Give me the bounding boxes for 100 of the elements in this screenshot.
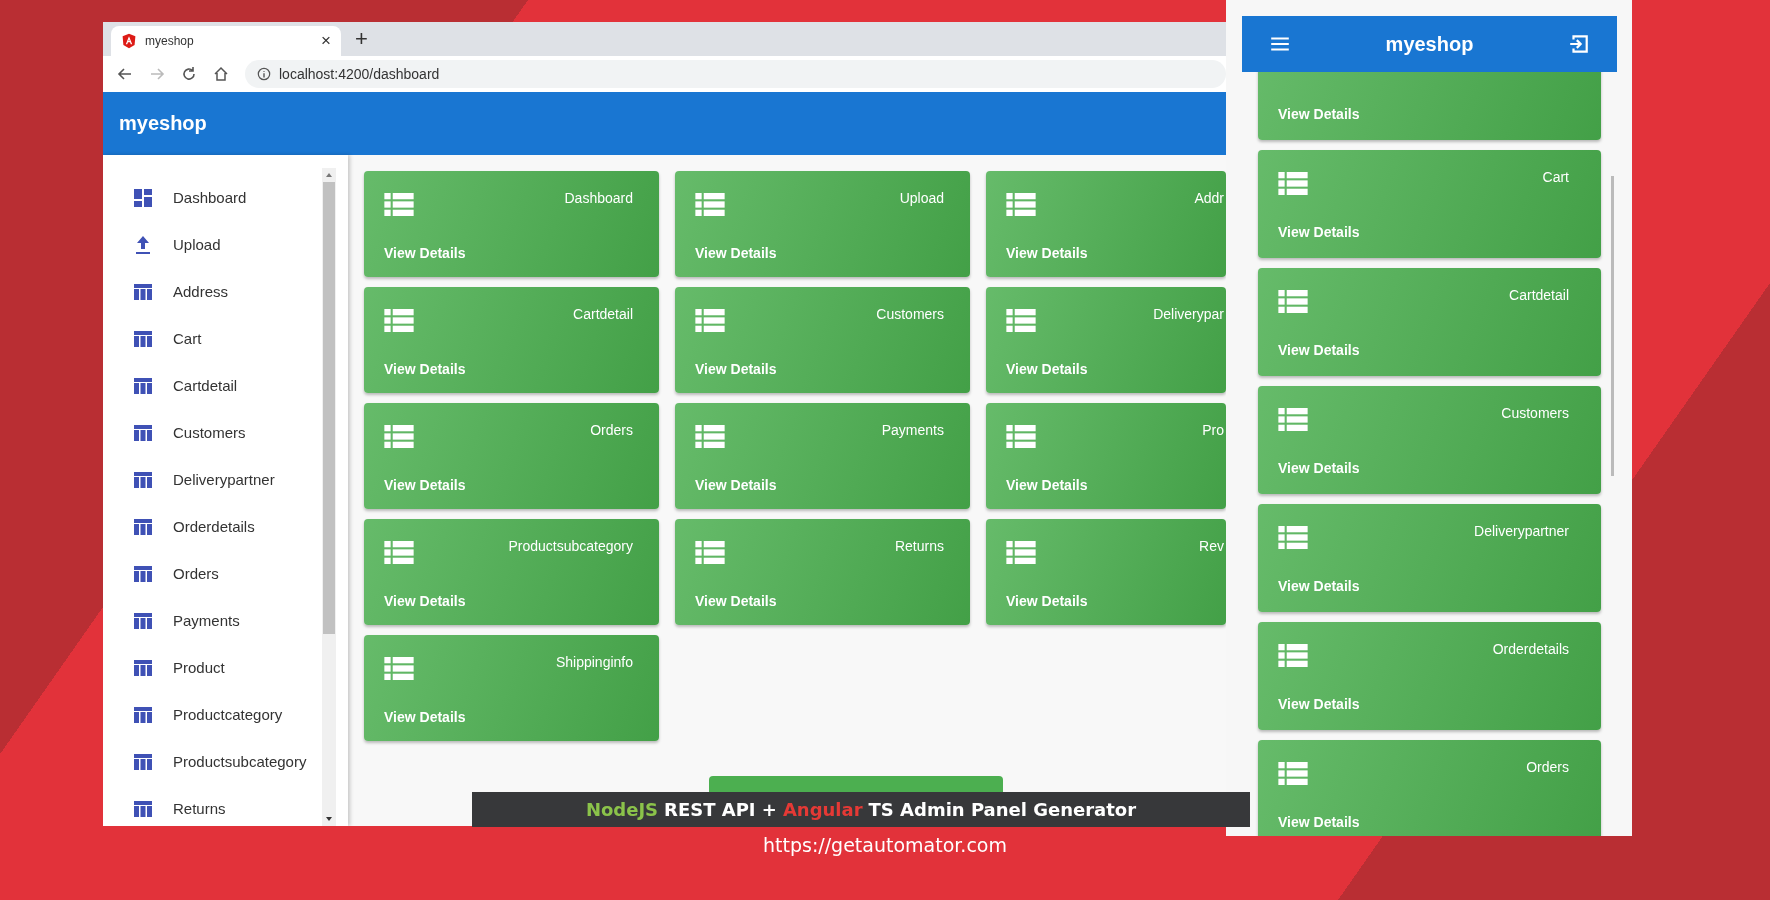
sidebar-item[interactable]: Customers bbox=[103, 409, 322, 456]
sidebar-item[interactable]: Orderdetails bbox=[103, 503, 322, 550]
dashboard-card[interactable]: Customers View Details bbox=[675, 287, 970, 393]
view-details-link[interactable]: View Details bbox=[1278, 224, 1569, 240]
list-icon bbox=[384, 541, 414, 564]
sidebar-item[interactable]: Cartdetail bbox=[103, 362, 322, 409]
sidebar-item[interactable]: Upload bbox=[103, 221, 322, 268]
dashboard-card[interactable]: Cartdetail View Details bbox=[364, 287, 659, 393]
dashboard-card[interactable]: Returns View Details bbox=[675, 519, 970, 625]
list-icon bbox=[1278, 762, 1308, 785]
view-details-link[interactable]: View Details bbox=[384, 709, 633, 725]
sidebar-item[interactable]: Productsubcategory bbox=[103, 738, 322, 785]
card-title: Orderdetails bbox=[1492, 641, 1569, 657]
view-details-link[interactable]: View Details bbox=[1006, 593, 1224, 609]
back-icon[interactable] bbox=[117, 66, 133, 82]
view-details-link[interactable]: View Details bbox=[1278, 460, 1569, 476]
dashboard-icon bbox=[133, 187, 153, 208]
caption-text: Angular bbox=[782, 799, 863, 820]
table-icon bbox=[133, 563, 153, 584]
card-title: Productsubcategory bbox=[508, 538, 633, 554]
view-details-link[interactable]: View Details bbox=[1278, 342, 1569, 358]
view-details-link[interactable]: View Details bbox=[1006, 245, 1224, 261]
dashboard-card[interactable]: Pro View Details bbox=[986, 403, 1226, 509]
dashboard-card[interactable]: Deliverypartner View Details bbox=[1258, 504, 1601, 612]
dashboard-card[interactable]: Orders View Details bbox=[1258, 740, 1601, 836]
sidebar-item[interactable]: Productcategory bbox=[103, 691, 322, 738]
new-tab-button[interactable]: + bbox=[355, 26, 368, 52]
view-details-link[interactable]: View Details bbox=[695, 361, 944, 377]
card-title: Shippinginfo bbox=[555, 654, 633, 670]
view-details-link[interactable]: View Details bbox=[695, 477, 944, 493]
list-icon bbox=[384, 193, 414, 216]
browser-tab[interactable]: myeshop × bbox=[111, 26, 341, 56]
dashboard-card[interactable]: Deliverypar View Details bbox=[986, 287, 1226, 393]
view-details-link[interactable]: View Details bbox=[384, 477, 633, 493]
sidebar-item[interactable]: Payments bbox=[103, 597, 322, 644]
card-title: Cart bbox=[1542, 169, 1569, 185]
home-icon[interactable] bbox=[213, 66, 229, 82]
table-icon bbox=[133, 798, 153, 819]
upload-icon bbox=[133, 234, 153, 255]
card-title: Dashboard bbox=[564, 190, 633, 206]
card-title: Orders bbox=[590, 422, 633, 438]
close-tab-button[interactable]: × bbox=[321, 31, 331, 51]
card-title: Customers bbox=[1501, 405, 1569, 421]
sidebar-item[interactable]: Cart bbox=[103, 315, 322, 362]
card-title: Deliverypartner bbox=[1474, 523, 1569, 539]
dashboard-card[interactable]: Rev View Details bbox=[986, 519, 1226, 625]
table-icon bbox=[133, 704, 153, 725]
table-icon bbox=[133, 375, 153, 396]
list-icon bbox=[384, 657, 414, 680]
address-bar[interactable]: localhost:4200/dashboard bbox=[245, 60, 1226, 88]
view-details-link[interactable]: View Details bbox=[384, 245, 633, 261]
view-details-link[interactable]: View Details bbox=[384, 593, 633, 609]
list-icon bbox=[1278, 408, 1308, 431]
dashboard-card[interactable]: Dashboard View Details bbox=[364, 171, 659, 277]
dashboard-card[interactable]: Cartdetail View Details bbox=[1258, 268, 1601, 376]
list-icon bbox=[695, 425, 725, 448]
view-details-link[interactable]: View Details bbox=[695, 593, 944, 609]
list-icon bbox=[384, 309, 414, 332]
view-details-link[interactable]: View Details bbox=[695, 245, 944, 261]
sidebar-item[interactable]: Product bbox=[103, 644, 322, 691]
table-icon bbox=[133, 516, 153, 537]
logout-icon[interactable] bbox=[1568, 33, 1590, 55]
view-details-link[interactable]: View Details bbox=[1006, 361, 1224, 377]
dashboard-card[interactable]: Customers View Details bbox=[1258, 386, 1601, 494]
dashboard-card[interactable]: Orders View Details bbox=[364, 403, 659, 509]
card-title: Payments bbox=[881, 422, 944, 438]
sidebar-item[interactable]: Address bbox=[103, 268, 322, 315]
card-title: Deliverypar bbox=[1153, 306, 1224, 322]
dashboard-card[interactable]: Cart View Details bbox=[1258, 150, 1601, 258]
caption-text: REST API + bbox=[664, 799, 777, 820]
view-details-link[interactable]: View Details bbox=[1006, 477, 1224, 493]
view-details-link[interactable]: View Details bbox=[1278, 578, 1569, 594]
shield-logo-icon bbox=[121, 33, 137, 49]
sidebar-item[interactable]: Dashboard bbox=[103, 174, 322, 221]
table-icon bbox=[133, 328, 153, 349]
card-title: Pro bbox=[1202, 422, 1224, 438]
reload-icon[interactable] bbox=[181, 66, 197, 82]
dashboard-card[interactable]: Productsubcategory View Details bbox=[364, 519, 659, 625]
dashboard-card[interactable]: Shippinginfo View Details bbox=[364, 635, 659, 741]
view-details-link[interactable]: View Details bbox=[1278, 696, 1569, 712]
dashboard-card[interactable]: Addr View Details bbox=[986, 171, 1226, 277]
list-icon bbox=[1278, 644, 1308, 667]
app-title: myeshop bbox=[1385, 32, 1474, 56]
dashboard-card[interactable]: Upload View Details bbox=[675, 171, 970, 277]
dashboard-card[interactable]: Payments View Details bbox=[675, 403, 970, 509]
scrollbar[interactable] bbox=[322, 168, 336, 826]
view-details-link[interactable]: View Details bbox=[384, 361, 633, 377]
list-icon bbox=[695, 193, 725, 216]
sidebar-item[interactable]: Returns bbox=[103, 785, 322, 826]
sidebar-item[interactable]: Orders bbox=[103, 550, 322, 597]
view-details-link[interactable]: View Details bbox=[1278, 106, 1569, 122]
table-icon bbox=[133, 281, 153, 302]
view-details-link[interactable]: View Details bbox=[1278, 814, 1569, 830]
card-title: Orders bbox=[1526, 759, 1569, 775]
list-icon bbox=[1278, 526, 1308, 549]
table-icon bbox=[133, 422, 153, 443]
card-title: Upload bbox=[899, 190, 944, 206]
sidebar-item[interactable]: Deliverypartner bbox=[103, 456, 322, 503]
card-title: Cartdetail bbox=[573, 306, 633, 322]
dashboard-card[interactable]: Orderdetails View Details bbox=[1258, 622, 1601, 730]
